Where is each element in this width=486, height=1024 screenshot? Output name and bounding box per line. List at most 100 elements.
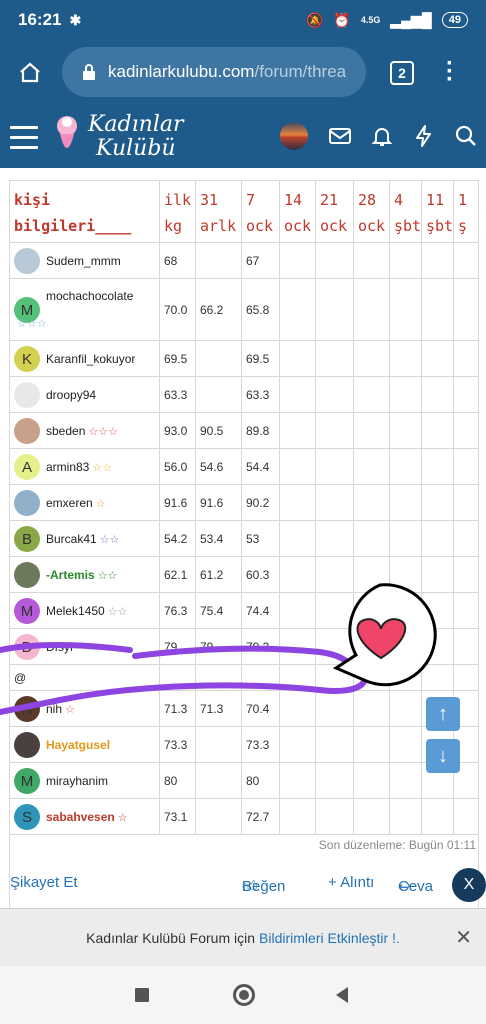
scroll-up-button[interactable]: ↑ [426, 697, 460, 731]
table-cell [422, 521, 454, 556]
avatar[interactable]: M [14, 768, 40, 794]
username[interactable]: Sudem_mmm [46, 254, 121, 268]
weight-value: 73.1 [164, 810, 188, 824]
username[interactable]: droopy94 [46, 388, 96, 402]
report-button[interactable]: Şikayet Et [10, 874, 78, 891]
close-icon[interactable]: X [452, 868, 486, 902]
recents-icon[interactable] [135, 988, 149, 1002]
avatar[interactable] [14, 248, 40, 274]
search-icon[interactable] [454, 124, 478, 148]
table-cell [390, 557, 422, 592]
username[interactable]: Karanfil_kokuyor [46, 352, 135, 366]
android-nav-bar [0, 966, 486, 1024]
table-cell [422, 629, 454, 664]
weight-value: 73.3 [246, 738, 270, 752]
post-content: kişi bilgileri____ ilk kg 31 arlk 7 ock 14 ock 21 o… [0, 168, 486, 997]
table-cell [280, 341, 316, 376]
lightning-icon[interactable] [412, 124, 436, 148]
table-cell [454, 485, 478, 520]
username[interactable]: mirayhanim [46, 774, 108, 788]
table-cell [354, 521, 390, 556]
table-cell [390, 413, 422, 448]
weight-value: 80 [246, 774, 260, 788]
table-cell [316, 691, 354, 726]
header-line-1: 7 [246, 191, 256, 209]
weight-value: 79 [200, 640, 214, 654]
username[interactable]: Hayatgusel [46, 738, 110, 752]
username-text: -Artemis [46, 568, 95, 582]
table-cell [280, 521, 316, 556]
table-cell [354, 629, 390, 664]
username-text: mirayhanim [46, 774, 109, 788]
avatar[interactable] [14, 490, 40, 516]
avatar[interactable] [14, 562, 40, 588]
username[interactable]: sabahvesen ☆ [46, 810, 128, 824]
avatar[interactable]: S [14, 804, 40, 830]
avatar[interactable]: B [14, 526, 40, 552]
weight-value: 65.8 [246, 303, 270, 317]
user-avatar[interactable] [280, 122, 308, 150]
table-cell [316, 341, 354, 376]
header-line-2: ock [246, 217, 274, 235]
table-cell [390, 449, 422, 484]
table-cell [316, 413, 354, 448]
logo-figure-icon [57, 116, 77, 148]
mail-icon[interactable] [328, 124, 352, 148]
weight-value: 54.4 [246, 460, 270, 474]
username[interactable]: armin83 ☆☆ [46, 460, 112, 474]
home-icon[interactable] [18, 61, 42, 85]
tab-count-button[interactable]: 2 [390, 61, 414, 85]
weight-value: 93.0 [164, 424, 188, 438]
table-cell [390, 521, 422, 556]
bell-icon[interactable] [370, 124, 394, 148]
avatar[interactable]: D [14, 634, 40, 660]
username[interactable]: mochachocolate ☆☆☆ [17, 289, 133, 330]
column-header: ilk kg [160, 181, 196, 243]
weight-value: 54.2 [164, 532, 188, 546]
table-cell [354, 377, 390, 412]
username[interactable]: -Artemis ☆☆ [46, 568, 117, 582]
table-cell [454, 629, 478, 664]
avatar[interactable]: A [14, 454, 40, 480]
username[interactable]: Melek1450 ☆☆ [46, 604, 127, 618]
table-cell [422, 449, 454, 484]
weight-value: 60.3 [246, 568, 270, 582]
table-cell [454, 279, 478, 340]
reply-label: Ceva [398, 878, 434, 895]
table-cell [422, 243, 454, 278]
table-cell [280, 557, 316, 592]
avatar[interactable]: M [14, 598, 40, 624]
table-cell [354, 243, 390, 278]
table-cell [390, 691, 422, 726]
username[interactable]: Dfsyr [46, 640, 74, 654]
avatar[interactable]: N [14, 696, 40, 722]
notif-link[interactable]: Bildirimleri Etkinleştir !. [259, 930, 400, 946]
weight-value: 70.0 [164, 303, 188, 317]
site-logo[interactable]: Kadınlar Kulübü [52, 110, 184, 166]
table-cell [390, 593, 422, 628]
avatar[interactable] [14, 732, 40, 758]
rank-stars: ☆ [95, 498, 106, 510]
scroll-down-button[interactable]: ↓ [426, 739, 460, 773]
hamburger-menu-icon[interactable] [10, 126, 38, 156]
header-line-2: ock [284, 217, 312, 235]
avatar[interactable] [14, 418, 40, 444]
quote-button[interactable]: + Alıntı [328, 874, 374, 891]
username[interactable]: sbeden ☆☆☆ [46, 424, 118, 438]
more-menu-icon[interactable]: · · · [446, 52, 454, 92]
column-header: 11 şbt [422, 181, 454, 243]
table-cell [316, 763, 354, 798]
avatar[interactable]: K [14, 346, 40, 372]
username[interactable]: nih ☆ [46, 702, 75, 716]
username[interactable]: @ [14, 671, 26, 685]
username[interactable]: Burcak41 ☆☆ [46, 532, 119, 546]
table-cell [454, 413, 478, 448]
avatar[interactable] [14, 382, 40, 408]
back-icon[interactable] [334, 986, 350, 1004]
weight-value: 69.5 [246, 352, 270, 366]
table-cell [354, 665, 390, 690]
notif-close-icon[interactable]: ✕ [455, 925, 472, 950]
username[interactable]: emxeren ☆ [46, 496, 106, 510]
url-bar[interactable]: kadinlarkulubu.com/forum/threa [62, 47, 366, 97]
home-nav-icon[interactable] [233, 984, 255, 1006]
